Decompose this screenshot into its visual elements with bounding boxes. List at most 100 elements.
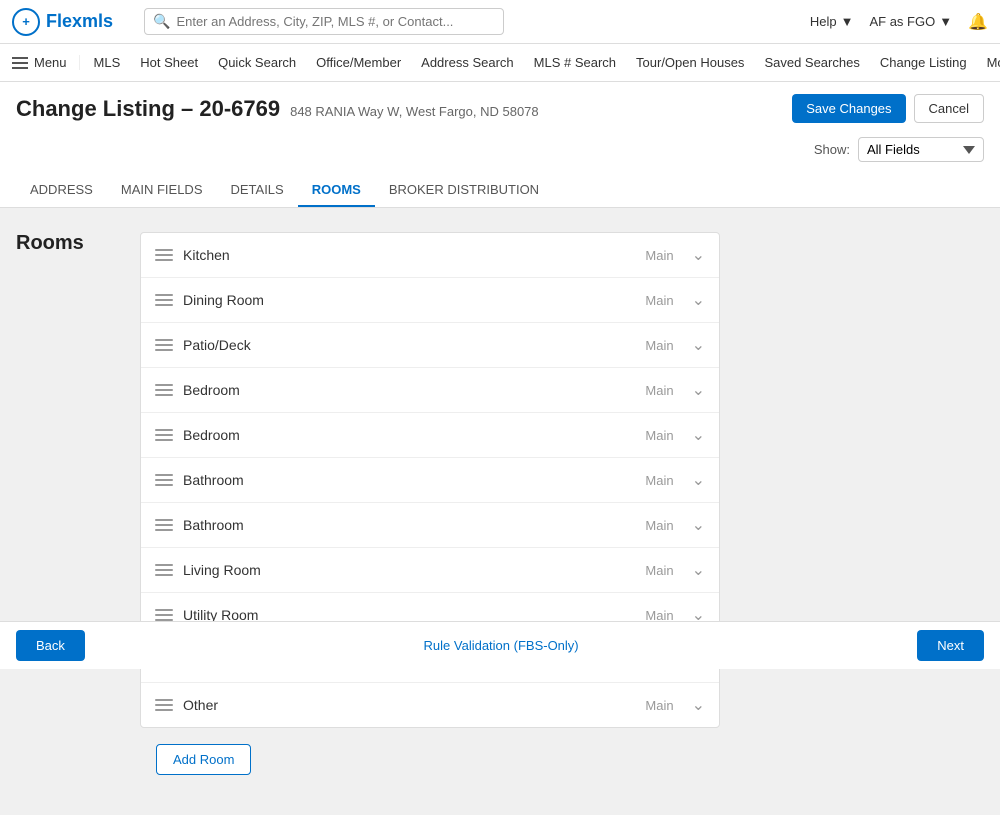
room-name: Living Room <box>183 562 604 578</box>
user-label: AF as FGO <box>869 14 935 29</box>
room-item[interactable]: Living Room Main ⌄ <box>141 548 719 593</box>
tabs: ADDRESSMAIN FIELDSDETAILSROOMSBROKER DIS… <box>16 174 984 207</box>
secondary-nav: Menu MLSHot SheetQuick SearchOffice/Memb… <box>0 44 1000 82</box>
search-input[interactable] <box>176 14 495 29</box>
room-floor: Main <box>614 338 674 353</box>
drag-handle-icon[interactable] <box>155 699 173 711</box>
rule-validation-link[interactable]: Rule Validation (FBS-Only) <box>85 638 917 653</box>
room-floor: Main <box>614 563 674 578</box>
room-floor: Main <box>614 383 674 398</box>
room-item[interactable]: Bedroom Main ⌄ <box>141 413 719 458</box>
main-content: Rooms KitchenMain⌄Dining RoomMain⌄Patio/… <box>0 208 1000 815</box>
user-chevron-icon: ▼ <box>939 14 952 29</box>
room-floor: Main <box>614 428 674 443</box>
add-room-button[interactable]: Add Room <box>156 744 251 775</box>
room-name: Other <box>183 697 604 713</box>
logo-text: Flexmls <box>46 11 113 32</box>
chevron-down-icon[interactable]: ⌄ <box>692 470 705 490</box>
help-button[interactable]: Help ▼ <box>810 14 854 29</box>
menu-label: Menu <box>34 55 67 70</box>
header-buttons: Save Changes Cancel <box>792 94 984 123</box>
room-floor: Main <box>614 473 674 488</box>
page-header: Change Listing – 20-6769 848 RANIA Way W… <box>0 82 1000 208</box>
room-name: Kitchen <box>183 247 604 263</box>
nav-items: MLSHot SheetQuick SearchOffice/MemberAdd… <box>84 44 1000 82</box>
drag-handle-icon[interactable] <box>155 609 173 621</box>
back-button[interactable]: Back <box>16 630 85 661</box>
nav-item-address-search[interactable]: Address Search <box>411 44 524 82</box>
room-item[interactable]: Patio/Deck Main ⌄ <box>141 323 719 368</box>
show-row: Show: All FieldsRequired FieldsChanged F… <box>16 131 984 170</box>
room-name: Bathroom <box>183 472 604 488</box>
drag-handle-icon[interactable] <box>155 564 173 576</box>
tab-rooms[interactable]: ROOMS <box>298 174 375 207</box>
nav-item-mls[interactable]: MLS <box>84 44 131 82</box>
tab-broker-distribution[interactable]: BROKER DISTRIBUTION <box>375 174 553 207</box>
drag-handle-icon[interactable] <box>155 249 173 261</box>
page-address: 848 RANIA Way W, West Fargo, ND 58078 <box>290 104 539 119</box>
add-room-area: Add Room <box>140 728 720 791</box>
tab-details[interactable]: DETAILS <box>216 174 297 207</box>
top-right: Help ▼ AF as FGO ▼ 🔔 <box>810 12 988 32</box>
room-item[interactable]: Kitchen Main ⌄ <box>141 233 719 278</box>
chevron-down-icon[interactable]: ⌄ <box>692 335 705 355</box>
drag-handle-icon[interactable] <box>155 519 173 531</box>
page-title: Change Listing – 20-6769 <box>16 96 280 122</box>
chevron-down-icon[interactable]: ⌄ <box>692 290 705 310</box>
search-bar[interactable]: 🔍 <box>144 8 504 35</box>
next-button[interactable]: Next <box>917 630 984 661</box>
drag-handle-icon[interactable] <box>155 339 173 351</box>
room-name: Dining Room <box>183 292 604 308</box>
rooms-section-label: Rooms <box>16 232 116 791</box>
nav-item-quick-search[interactable]: Quick Search <box>208 44 306 82</box>
drag-handle-icon[interactable] <box>155 384 173 396</box>
search-icon: 🔍 <box>153 13 170 30</box>
bottom-bar: Back Rule Validation (FBS-Only) Next <box>0 621 1000 669</box>
nav-item-tour-open-houses[interactable]: Tour/Open Houses <box>626 44 754 82</box>
page-title-row: Change Listing – 20-6769 848 RANIA Way W… <box>16 94 984 131</box>
show-label: Show: <box>814 142 850 157</box>
room-item[interactable]: Bathroom Main ⌄ <box>141 503 719 548</box>
nav-item-hot-sheet[interactable]: Hot Sheet <box>130 44 208 82</box>
tab-main-fields[interactable]: MAIN FIELDS <box>107 174 217 207</box>
show-select[interactable]: All FieldsRequired FieldsChanged Fields <box>858 137 984 162</box>
room-floor: Main <box>614 293 674 308</box>
room-item[interactable]: Other Main ⌄ <box>141 683 719 727</box>
nav-item-office-member[interactable]: Office/Member <box>306 44 411 82</box>
nav-item-more[interactable]: More ▾ <box>977 44 1000 82</box>
help-label: Help <box>810 14 837 29</box>
room-item[interactable]: Bedroom Main ⌄ <box>141 368 719 413</box>
nav-item-mls---search[interactable]: MLS # Search <box>524 44 626 82</box>
top-bar: + Flexmls 🔍 Help ▼ AF as FGO ▼ 🔔 <box>0 0 1000 44</box>
user-menu[interactable]: AF as FGO ▼ <box>869 14 952 29</box>
chevron-down-icon[interactable]: ⌄ <box>692 245 705 265</box>
room-floor: Main <box>614 518 674 533</box>
drag-handle-icon[interactable] <box>155 474 173 486</box>
help-chevron-icon: ▼ <box>841 14 854 29</box>
room-item[interactable]: Dining Room Main ⌄ <box>141 278 719 323</box>
menu-button[interactable]: Menu <box>12 55 80 70</box>
room-name: Bedroom <box>183 382 604 398</box>
chevron-down-icon[interactable]: ⌄ <box>692 515 705 535</box>
tab-address[interactable]: ADDRESS <box>16 174 107 207</box>
chevron-down-icon[interactable]: ⌄ <box>692 560 705 580</box>
room-name: Bathroom <box>183 517 604 533</box>
notification-bell-icon[interactable]: 🔔 <box>968 12 988 32</box>
drag-handle-icon[interactable] <box>155 294 173 306</box>
logo-icon: + <box>12 8 40 36</box>
save-changes-button[interactable]: Save Changes <box>792 94 905 123</box>
chevron-down-icon[interactable]: ⌄ <box>692 425 705 445</box>
hamburger-icon <box>12 57 28 69</box>
room-item[interactable]: Bathroom Main ⌄ <box>141 458 719 503</box>
cancel-button[interactable]: Cancel <box>914 94 984 123</box>
room-floor: Main <box>614 698 674 713</box>
drag-handle-icon[interactable] <box>155 429 173 441</box>
nav-item-change-listing[interactable]: Change Listing <box>870 44 977 82</box>
nav-item-saved-searches[interactable]: Saved Searches <box>754 44 869 82</box>
logo[interactable]: + Flexmls <box>12 8 132 36</box>
chevron-down-icon[interactable]: ⌄ <box>692 695 705 715</box>
room-name: Patio/Deck <box>183 337 604 353</box>
chevron-down-icon[interactable]: ⌄ <box>692 380 705 400</box>
room-name: Bedroom <box>183 427 604 443</box>
room-floor: Main <box>614 248 674 263</box>
